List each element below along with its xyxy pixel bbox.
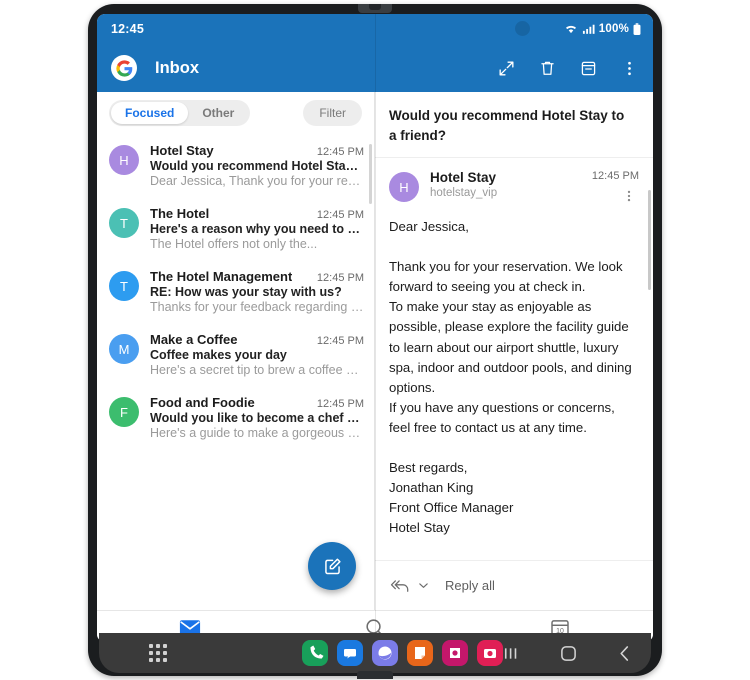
android-nav-keys: [503, 645, 650, 662]
signal-icon: [582, 24, 595, 34]
front-camera-dot: [515, 21, 530, 36]
bottom-hinge-notch: [357, 671, 393, 679]
content-panes: Focused Other Filter H Hotel Stay 12:45 PM…: [97, 92, 653, 610]
email-preview: Here's a secret tip to brew a coffee at.…: [150, 363, 364, 377]
status-time: 12:45: [111, 22, 144, 36]
email-subject: Here's a reason why you need to stay: [150, 222, 364, 236]
email-subject: Coffee makes your day: [150, 348, 287, 362]
expand-icon[interactable]: [497, 59, 516, 78]
email-list-item[interactable]: T The Hotel Management 12:45 PM RE: How was…: [97, 260, 374, 323]
email-sender: The Hotel: [150, 206, 210, 221]
app-drawer-icon[interactable]: [149, 644, 167, 662]
reply-bar[interactable]: Reply all: [375, 560, 653, 610]
battery-percent: 100%: [598, 23, 629, 35]
camera-app-icon[interactable]: [477, 640, 503, 666]
email-sender: Food and Foodie: [150, 395, 255, 410]
email-time: 12:45 PM: [316, 398, 364, 410]
email-subject: RE: How was your stay with us?: [150, 285, 342, 299]
email-time: 12:45 PM: [316, 335, 364, 347]
email-sender: Hotel Stay: [150, 143, 214, 158]
avatar: T: [109, 208, 139, 238]
wifi-icon: [565, 25, 576, 34]
internet-app-icon[interactable]: [372, 640, 398, 666]
email-list-pane: Focused Other Filter H Hotel Stay 12:45 PM…: [97, 92, 375, 610]
reply-all-icon: [390, 579, 409, 592]
email-list-item[interactable]: T The Hotel 12:45 PM Here's a reason why yo…: [97, 197, 374, 260]
email-preview: Thanks for your feedback regarding y...: [150, 300, 364, 314]
email-list-item[interactable]: F Food and Foodie 12:45 PM Would you like t…: [97, 386, 374, 449]
email-preview: Dear Jessica, Thank you for your reser..…: [150, 174, 364, 188]
avatar: F: [109, 397, 139, 427]
dock-app-list: [302, 640, 503, 666]
email-preview: The Hotel offers not only the...: [150, 237, 318, 251]
chevron-down-icon[interactable]: [418, 580, 429, 591]
notes-app-icon[interactable]: [407, 640, 433, 666]
email-subject: Would you recommend Hotel Stay to a fr..…: [150, 159, 364, 173]
sender-address: hotelstay_vip: [430, 187, 498, 200]
email-detail-pane: Would you recommend Hotel Stay to a frie…: [375, 92, 653, 610]
focus-segmented-control: Focused Other: [109, 100, 251, 126]
avatar: M: [109, 334, 139, 364]
compose-button[interactable]: [308, 542, 356, 590]
device-frame: 12:45 100% Inbox Focused Other Filter H …: [88, 4, 662, 676]
battery-icon: [633, 22, 641, 35]
detail-scrollbar[interactable]: [648, 190, 651, 290]
sender-row: H Hotel Stay hotelstay_vip 12:45 PM: [375, 158, 653, 213]
recents-button[interactable]: [503, 646, 520, 661]
archive-icon[interactable]: [579, 59, 598, 78]
email-body: Dear Jessica, Thank you for your reserva…: [389, 219, 632, 536]
email-time: 12:45 PM: [316, 272, 364, 284]
email-preview: Here's a guide to make a gorgeous p...: [150, 426, 364, 440]
filter-button[interactable]: Filter: [303, 100, 362, 126]
avatar: T: [109, 271, 139, 301]
delete-icon[interactable]: [538, 59, 557, 78]
email-sender: The Hotel Management: [150, 269, 293, 284]
email-time: 12:45 PM: [316, 209, 364, 221]
tab-focused[interactable]: Focused: [111, 102, 189, 124]
email-list-item[interactable]: M Make a Coffee 12:45 PM Coffee makes your …: [97, 323, 374, 386]
status-bar: 12:45 100%: [97, 14, 653, 44]
reply-all-label: Reply all: [445, 578, 495, 593]
email-sender: Make a Coffee: [150, 332, 238, 347]
back-button[interactable]: [617, 645, 632, 662]
avatar: H: [389, 172, 419, 203]
google-g-logo[interactable]: [111, 55, 137, 81]
email-subject: Would you like to become a chef at you..: [150, 411, 364, 425]
tab-other[interactable]: Other: [188, 102, 248, 124]
android-dock: [99, 633, 651, 673]
sender-name: Hotel Stay: [430, 170, 497, 186]
avatar: H: [109, 145, 139, 175]
email-subject: Would you recommend Hotel Stay to a frie…: [375, 92, 653, 159]
messages-app-icon[interactable]: [337, 640, 363, 666]
compose-icon: [324, 557, 341, 574]
page-title: Inbox: [155, 58, 199, 77]
app-header: Inbox: [97, 44, 653, 92]
phone-screen: 12:45 100% Inbox Focused Other Filter H …: [97, 14, 653, 642]
email-list-item[interactable]: H Hotel Stay 12:45 PM Would you recommend H…: [97, 134, 374, 197]
message-more-options-icon[interactable]: [622, 189, 636, 203]
email-timestamp: 12:45 PM: [591, 170, 639, 183]
list-scrollbar[interactable]: [369, 144, 372, 204]
email-list: H Hotel Stay 12:45 PM Would you recommend H…: [97, 134, 374, 449]
home-button[interactable]: [560, 645, 577, 662]
header-actions: [497, 59, 639, 78]
tabs-row: Focused Other Filter: [97, 92, 374, 134]
more-options-icon[interactable]: [620, 59, 639, 78]
email-time: 12:45 PM: [316, 146, 364, 158]
hinge-notch: [358, 4, 392, 13]
gallery-app-icon[interactable]: [442, 640, 468, 666]
phone-app-icon[interactable]: [302, 640, 328, 666]
